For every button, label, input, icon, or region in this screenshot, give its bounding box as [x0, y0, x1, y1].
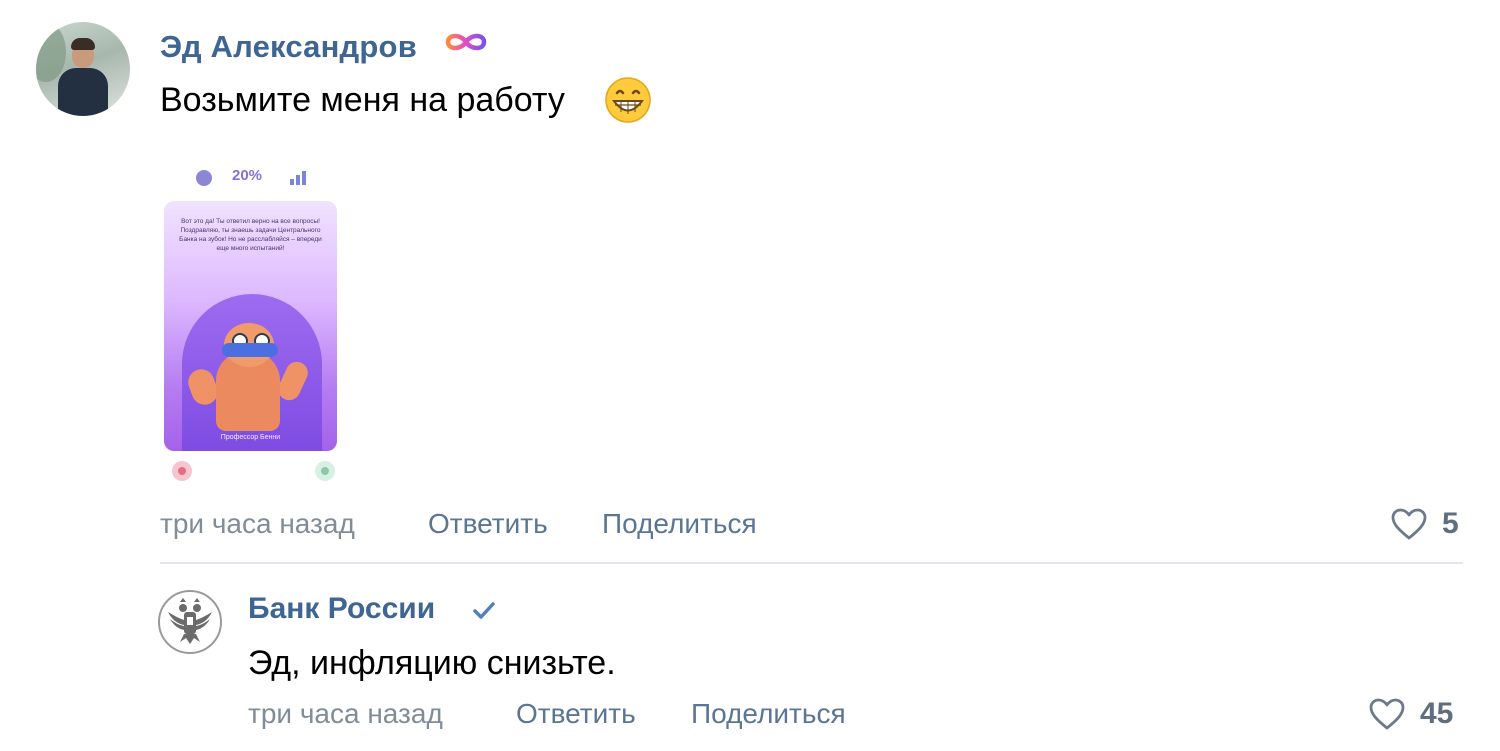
infinity-icon	[445, 33, 487, 51]
reply-like-count: 45	[1420, 697, 1454, 730]
reply-author-name[interactable]: Банк России	[248, 592, 435, 626]
app-top-bar: 20%	[160, 165, 345, 195]
comment-author-name[interactable]: Эд Александров	[160, 29, 417, 65]
reply-timestamp[interactable]: три часа назад	[248, 698, 443, 730]
reply-button[interactable]: Ответить	[428, 508, 548, 540]
avatar-background-tree	[36, 22, 66, 82]
comment-like-count: 5	[1442, 507, 1459, 540]
attached-image[interactable]: 20% Вот это да! Ты ответил верно на все …	[160, 155, 345, 490]
comment-like-button[interactable]: 5	[1390, 507, 1459, 541]
bank-avatar[interactable]	[158, 590, 222, 654]
share-button[interactable]: Поделиться	[602, 508, 757, 540]
bottom-left-button-icon	[172, 461, 192, 481]
heart-icon	[1369, 698, 1405, 730]
comment-timestamp[interactable]: три часа назад	[160, 508, 355, 540]
card-message: Вот это да! Ты ответил верно на все вопр…	[179, 218, 322, 252]
card-footer-label: Профессор Бенни	[220, 434, 281, 441]
comment-divider	[160, 562, 1463, 564]
reply-share-button[interactable]: Поделиться	[691, 698, 846, 730]
bottom-right-button-icon	[315, 461, 335, 481]
reply-like-button[interactable]: 45	[1368, 697, 1453, 731]
avatar-person-body	[58, 68, 108, 116]
checkmark-icon	[473, 602, 495, 619]
character-mustache	[222, 343, 278, 357]
comment-text: Возьмите меня на работу	[160, 81, 565, 119]
reply-reply-button[interactable]: Ответить	[516, 698, 636, 730]
reply-text: Эд, инфляцию снизьте.	[248, 644, 616, 682]
double-headed-eagle-icon	[168, 598, 212, 644]
bar-chart-icon	[290, 171, 308, 185]
result-card: Вот это да! Ты ответил верно на все вопр…	[164, 201, 337, 451]
grinning-emoji-icon	[605, 77, 651, 123]
progress-label: 20%	[232, 167, 263, 184]
heart-icon	[1391, 508, 1427, 540]
top-circle-icon	[196, 170, 212, 186]
avatar-person-hair	[71, 38, 95, 50]
author-avatar[interactable]	[36, 22, 130, 116]
comments-thread: Эд Александров Возьмите меня на работу 2…	[0, 0, 1500, 751]
